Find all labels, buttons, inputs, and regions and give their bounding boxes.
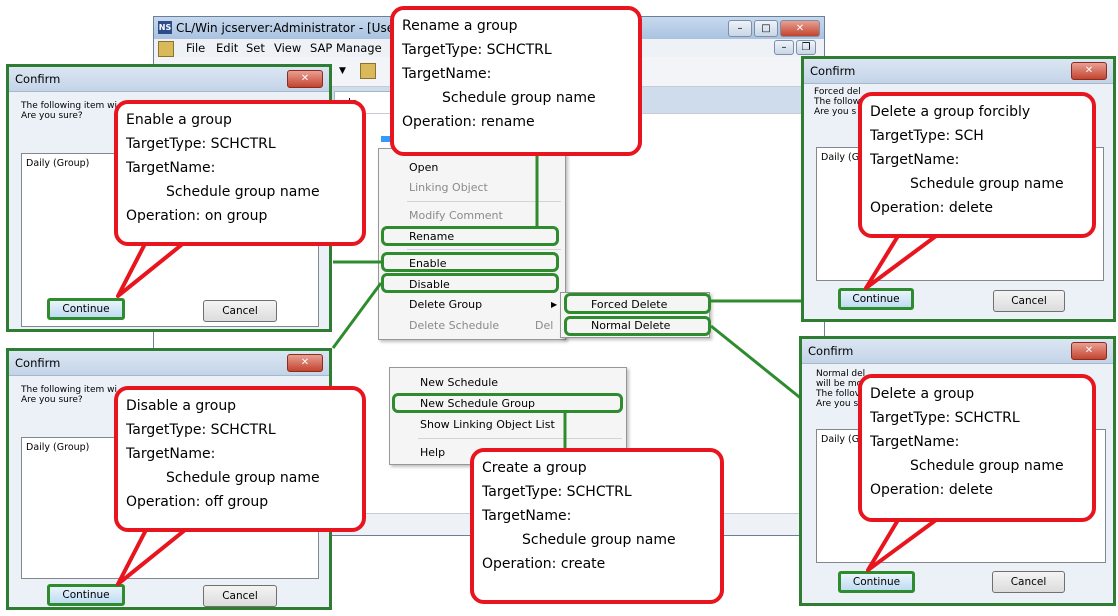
callout-target-name: Schedule group name xyxy=(166,470,320,486)
callout-target-type: TargetType: SCHCTRL xyxy=(126,422,276,438)
callout-create: Create a group TargetType: SCHCTRL Targe… xyxy=(470,448,724,604)
callout-operation: Operation: on group xyxy=(126,208,268,224)
callout-target-name-label: TargetName: xyxy=(402,66,492,82)
callout-target-type: TargetType: SCHCTRL xyxy=(482,484,632,500)
callout-operation: Operation: off group xyxy=(126,494,269,510)
callout-target-name-label: TargetName: xyxy=(870,152,960,168)
callout-enable: Enable a group TargetType: SCHCTRL Targe… xyxy=(114,100,366,246)
callout-target-name: Schedule group name xyxy=(910,458,1064,474)
callout-operation: Operation: create xyxy=(482,556,606,572)
callout-operation: Operation: rename xyxy=(402,114,535,130)
callout-target-name: Schedule group name xyxy=(522,532,676,548)
callout-target-name: Schedule group name xyxy=(442,90,596,106)
callout-target-name-label: TargetName: xyxy=(482,508,572,524)
callout-operation: Operation: delete xyxy=(870,482,993,498)
callout-target-type: TargetType: SCHCTRL xyxy=(126,136,276,152)
callout-forced-delete: Delete a group forcibly TargetType: SCH … xyxy=(858,92,1096,238)
callout-normal-delete: Delete a group TargetType: SCHCTRL Targe… xyxy=(858,374,1096,522)
callout-target-name-label: TargetName: xyxy=(126,446,216,462)
callout-title: Delete a group forcibly xyxy=(870,104,1031,120)
callout-target-type: TargetType: SCHCTRL xyxy=(402,42,552,58)
callout-title: Enable a group xyxy=(126,112,232,128)
callout-title: Disable a group xyxy=(126,398,237,414)
callout-target-type: TargetType: SCHCTRL xyxy=(870,410,1020,426)
callout-rename: Rename a group TargetType: SCHCTRL Targe… xyxy=(390,6,642,156)
callout-target-type: TargetType: SCH xyxy=(870,128,984,144)
callout-title: Create a group xyxy=(482,460,587,476)
callout-target-name-label: TargetName: xyxy=(870,434,960,450)
callout-title: Rename a group xyxy=(402,18,518,34)
callout-title: Delete a group xyxy=(870,386,975,402)
callout-target-name-label: TargetName: xyxy=(126,160,216,176)
callout-disable: Disable a group TargetType: SCHCTRL Targ… xyxy=(114,386,366,532)
callout-operation: Operation: delete xyxy=(870,200,993,216)
callout-target-name: Schedule group name xyxy=(166,184,320,200)
callout-target-name: Schedule group name xyxy=(910,176,1064,192)
